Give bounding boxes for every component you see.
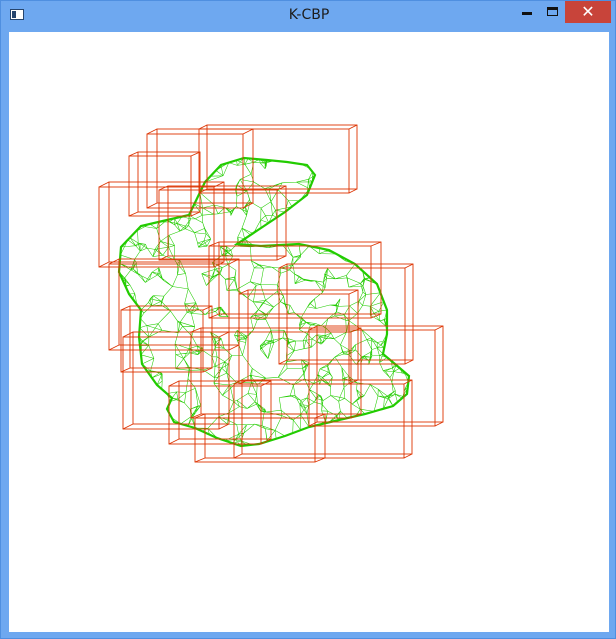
box-edge xyxy=(120,367,131,373)
minimize-button[interactable] xyxy=(514,1,540,23)
close-icon: ✕ xyxy=(581,2,595,21)
box-edge xyxy=(146,202,158,209)
box-edge xyxy=(434,325,444,331)
bunny-mesh xyxy=(117,156,411,448)
minimize-icon xyxy=(522,12,532,15)
box-face xyxy=(156,128,254,204)
box-face xyxy=(206,124,358,190)
maximize-button[interactable] xyxy=(540,1,566,23)
bounding-box xyxy=(120,305,213,373)
box-edge xyxy=(260,380,272,387)
box-edge xyxy=(233,453,243,459)
box-face xyxy=(146,133,244,209)
box-edge xyxy=(128,151,139,157)
box-edge xyxy=(168,380,180,387)
box-edge xyxy=(403,453,413,459)
box-edge xyxy=(190,211,201,217)
box-edge xyxy=(434,421,444,427)
box-edge xyxy=(190,327,202,333)
box-edge xyxy=(122,331,134,338)
box-edge xyxy=(98,181,110,188)
mesh-edges xyxy=(118,157,410,447)
title-bar[interactable]: K-CBP ✕ xyxy=(1,1,616,31)
box-edge xyxy=(242,128,254,135)
render-viewport[interactable] xyxy=(9,32,609,632)
box-edge xyxy=(276,255,287,261)
bounding-boxes xyxy=(98,124,444,463)
box-edge xyxy=(108,344,120,351)
box-edge xyxy=(208,313,220,319)
app-window: K-CBP ✕ xyxy=(0,0,616,639)
scene-canvas xyxy=(98,124,444,463)
box-face xyxy=(158,189,278,261)
box-edge xyxy=(218,331,230,338)
box-edge xyxy=(348,289,359,295)
box-edge xyxy=(228,344,240,351)
box-edge xyxy=(108,258,120,265)
box-edge xyxy=(194,457,206,463)
box-face xyxy=(208,245,372,319)
box-edge xyxy=(146,128,158,135)
box-edge xyxy=(198,124,208,130)
box-edge xyxy=(370,241,382,247)
box-edge xyxy=(120,305,131,311)
box-edge xyxy=(348,124,358,130)
box-edge xyxy=(122,423,134,430)
box-face xyxy=(168,385,262,445)
box-edge xyxy=(404,263,414,269)
close-button[interactable]: ✕ xyxy=(565,1,611,23)
maximize-icon xyxy=(547,7,558,16)
box-edge xyxy=(98,261,110,268)
box-edge xyxy=(404,359,414,365)
bounding-box xyxy=(122,331,230,430)
box-edge xyxy=(314,457,326,463)
box-edge xyxy=(218,423,230,430)
box-face xyxy=(241,379,413,455)
bounding-box xyxy=(238,289,359,385)
box-edge xyxy=(168,438,180,445)
box-face xyxy=(286,263,414,361)
box-edge xyxy=(128,211,139,217)
bounding-box xyxy=(128,151,201,217)
box-edge xyxy=(348,188,358,194)
box-edge xyxy=(202,305,213,311)
bounding-box xyxy=(168,380,272,445)
